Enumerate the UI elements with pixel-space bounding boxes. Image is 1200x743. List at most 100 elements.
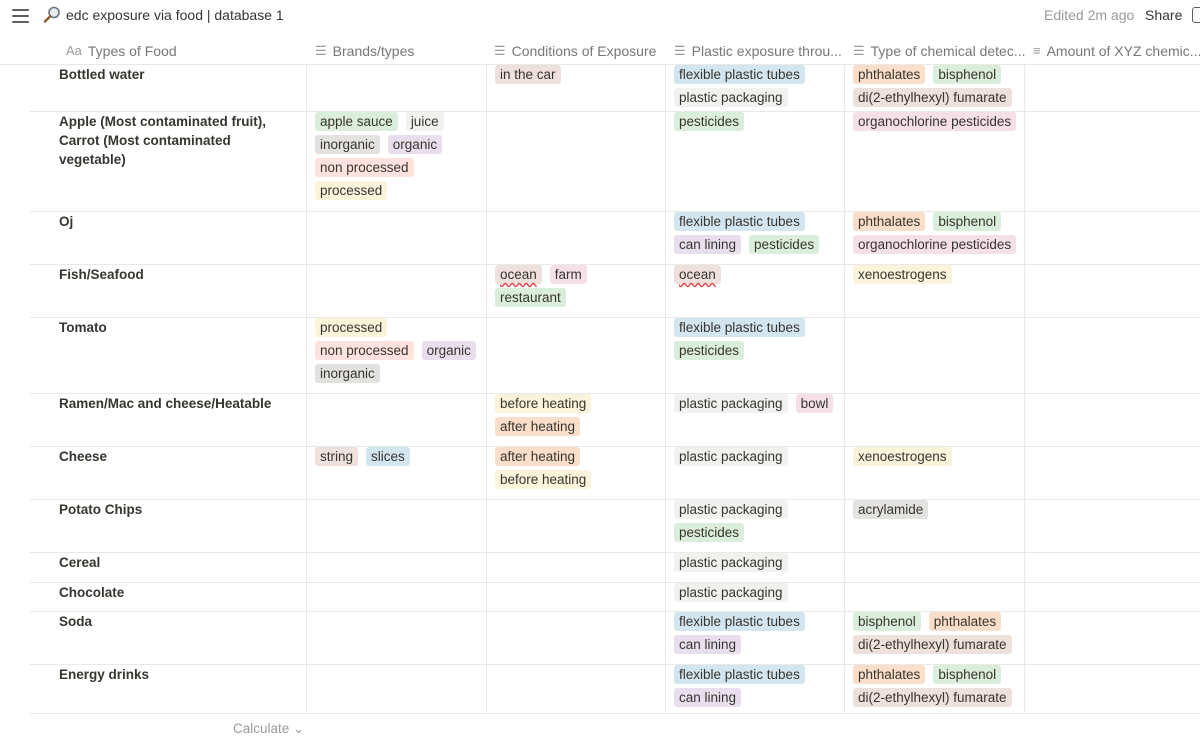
- tag[interactable]: di(2-ethylhexyl) fumarate: [853, 635, 1012, 654]
- tag[interactable]: xenoestrogens: [853, 265, 952, 284]
- tag[interactable]: can lining: [674, 688, 742, 707]
- tag[interactable]: plastic packaging: [674, 553, 788, 572]
- amount-cell[interactable]: [1025, 65, 1200, 111]
- column-header-5[interactable]: ≡ Amount of XYZ chemic...: [1033, 36, 1200, 65]
- table-row[interactable]: Apple (Most contaminated fruit), Carrot …: [30, 112, 1200, 212]
- tag[interactable]: flexible plastic tubes: [674, 65, 805, 84]
- comment-icon[interactable]: [1192, 7, 1200, 23]
- amount-cell[interactable]: [1025, 265, 1200, 317]
- tag[interactable]: organic: [387, 135, 443, 154]
- food-name-cell[interactable]: Cereal: [30, 553, 307, 582]
- tag[interactable]: plastic packaging: [674, 583, 788, 602]
- tag[interactable]: bisphenol: [853, 612, 921, 631]
- tag[interactable]: after heating: [495, 447, 581, 466]
- chemical-cell[interactable]: [845, 583, 1025, 611]
- tag[interactable]: bisphenol: [933, 212, 1002, 231]
- conditions-cell[interactable]: [487, 583, 666, 611]
- chemical-cell[interactable]: phthalates bisphenol organochlorine pestic…: [845, 212, 1025, 264]
- tag[interactable]: pesticides: [674, 341, 745, 360]
- tag[interactable]: phthalates: [853, 665, 926, 684]
- tag[interactable]: di(2-ethylhexyl) fumarate: [853, 88, 1012, 107]
- tag[interactable]: phthalates: [853, 65, 926, 84]
- tag[interactable]: pesticides: [674, 112, 745, 131]
- table-row[interactable]: Chocolate plastic packaging: [30, 583, 1200, 612]
- tag[interactable]: plastic packaging: [674, 500, 788, 519]
- amount-cell[interactable]: [1025, 394, 1200, 446]
- table-row[interactable]: Potato Chips plastic packaging pesticides a…: [30, 500, 1200, 553]
- calculate-button[interactable]: Calculate ⌄: [233, 721, 304, 737]
- tag[interactable]: restaurant: [495, 288, 566, 307]
- plastic-cell[interactable]: pesticides: [666, 112, 845, 211]
- brands-cell[interactable]: string slices: [307, 447, 487, 499]
- tag[interactable]: before heating: [495, 470, 592, 489]
- food-name-cell[interactable]: Fish/Seafood: [30, 265, 307, 317]
- page-title[interactable]: edc exposure via food | database 1: [66, 7, 284, 23]
- chemical-cell[interactable]: phthalates bisphenol di(2-ethylhexyl) fuma…: [845, 665, 1025, 713]
- food-name-cell[interactable]: Soda: [30, 612, 307, 664]
- tag[interactable]: ocean: [674, 265, 721, 284]
- table-row[interactable]: Oj flexible plastic tubes can lining pestic…: [30, 212, 1200, 265]
- brands-cell[interactable]: [307, 65, 487, 111]
- conditions-cell[interactable]: after heating before heating: [487, 447, 666, 499]
- conditions-cell[interactable]: [487, 612, 666, 664]
- tag[interactable]: organic: [421, 341, 476, 360]
- tag[interactable]: organochlorine pesticides: [853, 112, 1017, 131]
- tag[interactable]: phthalates: [928, 612, 1002, 631]
- table-row[interactable]: Bottled water in the car flexible plastic …: [30, 65, 1200, 112]
- conditions-cell[interactable]: [487, 500, 666, 552]
- brands-cell[interactable]: processed non processed organic inorganic: [307, 318, 487, 393]
- tag[interactable]: xenoestrogens: [853, 447, 952, 466]
- amount-cell[interactable]: [1025, 665, 1200, 713]
- conditions-cell[interactable]: [487, 665, 666, 713]
- plastic-cell[interactable]: flexible plastic tubes plastic packaging: [666, 65, 845, 111]
- conditions-cell[interactable]: [487, 553, 666, 582]
- share-button[interactable]: Share: [1145, 7, 1182, 23]
- amount-cell[interactable]: [1025, 112, 1200, 211]
- amount-cell[interactable]: [1025, 583, 1200, 611]
- chemical-cell[interactable]: acrylamide: [845, 500, 1025, 552]
- tag[interactable]: flexible plastic tubes: [674, 318, 805, 337]
- tag[interactable]: bisphenol: [933, 65, 1002, 84]
- food-name-cell[interactable]: Potato Chips: [30, 500, 307, 552]
- tag[interactable]: pesticides: [749, 235, 820, 254]
- tag[interactable]: can lining: [674, 635, 742, 654]
- tag[interactable]: non processed: [315, 341, 414, 360]
- amount-cell[interactable]: [1025, 318, 1200, 393]
- tag[interactable]: organochlorine pesticides: [853, 235, 1017, 254]
- chemical-cell[interactable]: xenoestrogens: [845, 447, 1025, 499]
- conditions-cell[interactable]: [487, 112, 666, 211]
- table-row[interactable]: Energy drinks flexible plastic tubes can l…: [30, 665, 1200, 714]
- plastic-cell[interactable]: flexible plastic tubes can lining pesticid…: [666, 212, 845, 264]
- tag[interactable]: apple sauce: [315, 112, 398, 131]
- chemical-cell[interactable]: bisphenol phthalates di(2-ethylhexyl) fuma…: [845, 612, 1025, 664]
- table-row[interactable]: Fish/Seafood ocean farm restaurant ocean xeno…: [30, 265, 1200, 318]
- food-name-cell[interactable]: Oj: [30, 212, 307, 264]
- tag[interactable]: pesticides: [674, 523, 745, 542]
- tag[interactable]: inorganic: [315, 364, 380, 383]
- tag[interactable]: after heating: [495, 417, 581, 436]
- conditions-cell[interactable]: [487, 318, 666, 393]
- brands-cell[interactable]: [307, 212, 487, 264]
- tag[interactable]: plastic packaging: [674, 394, 788, 413]
- food-name-cell[interactable]: Cheese: [30, 447, 307, 499]
- brands-cell[interactable]: apple sauce juice inorganic organic non proc…: [307, 112, 487, 211]
- amount-cell[interactable]: [1025, 612, 1200, 664]
- tag[interactable]: can lining: [674, 235, 742, 254]
- chemical-cell[interactable]: xenoestrogens: [845, 265, 1025, 317]
- tag[interactable]: di(2-ethylhexyl) fumarate: [853, 688, 1012, 707]
- chemical-cell[interactable]: organochlorine pesticides: [845, 112, 1025, 211]
- tag[interactable]: bisphenol: [933, 665, 1002, 684]
- table-row[interactable]: Cereal plastic packaging: [30, 553, 1200, 583]
- conditions-cell[interactable]: in the car: [487, 65, 666, 111]
- plastic-cell[interactable]: flexible plastic tubes can lining: [666, 612, 845, 664]
- column-header-1[interactable]: ☰ Brands/types: [315, 36, 414, 65]
- tag[interactable]: non processed: [315, 158, 414, 177]
- food-name-cell[interactable]: Bottled water: [30, 65, 307, 111]
- tag[interactable]: processed: [315, 318, 388, 337]
- table-row[interactable]: Ramen/Mac and cheese/Heatable before heat…: [30, 394, 1200, 447]
- table-row[interactable]: Cheese string slices after heating before he…: [30, 447, 1200, 500]
- chemical-cell[interactable]: [845, 318, 1025, 393]
- tag[interactable]: farm: [549, 265, 587, 284]
- tag[interactable]: acrylamide: [853, 500, 929, 519]
- plastic-cell[interactable]: flexible plastic tubes pesticides: [666, 318, 845, 393]
